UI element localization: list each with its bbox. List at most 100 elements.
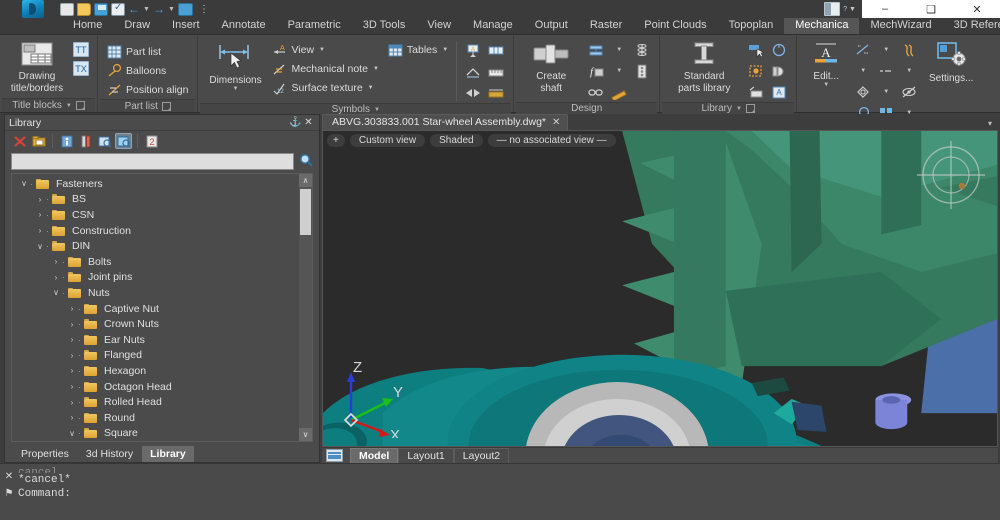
pin-icon[interactable]: ⚓	[289, 117, 302, 128]
wave-caret-icon[interactable]: ▼	[853, 62, 873, 80]
save-icon[interactable]	[94, 2, 108, 16]
open-icon[interactable]	[77, 2, 91, 16]
workspace-icon[interactable]	[178, 2, 193, 16]
select-part-icon[interactable]	[746, 41, 766, 59]
ribbon-tab-output[interactable]: Output	[524, 16, 579, 34]
palette-tab-3d-history[interactable]: 3d History	[78, 446, 141, 462]
diamond-caret-icon[interactable]: ▼	[876, 83, 896, 101]
mechanical-note-button[interactable]: Mechanical note ▼	[269, 60, 381, 78]
chevron-down-icon[interactable]: ∨	[66, 429, 78, 438]
document-tab[interactable]: ABVG.303833.001 Star-wheel Assembly.dwg*…	[322, 114, 569, 130]
chevron-down-icon[interactable]: ∨	[18, 179, 30, 188]
bearing-icon[interactable]	[632, 62, 652, 80]
ribbon-tab-3d-reference-editor[interactable]: 3D Reference Editor	[943, 16, 1000, 34]
scrollbar-thumb[interactable]	[300, 189, 311, 235]
chevron-down-icon[interactable]: ∨	[34, 242, 46, 251]
shaft-gen-icon[interactable]	[769, 62, 789, 80]
tree-item[interactable]: › · CSN	[12, 207, 299, 223]
viewport-visualstyle-chip[interactable]: Shaded	[430, 134, 483, 147]
fit-icon[interactable]	[586, 41, 606, 59]
tolerance-icon[interactable]	[486, 42, 506, 60]
command-history[interactable]: cancel *cancel* Command:	[18, 464, 1000, 520]
new-icon[interactable]	[60, 2, 74, 16]
function-caret-icon[interactable]: ▼	[609, 62, 629, 80]
chevron-down-icon[interactable]: ▼	[66, 103, 72, 109]
ribbon-tab-point-clouds[interactable]: Point Clouds	[633, 16, 717, 34]
tree-item[interactable]: › · Rolled Head	[12, 394, 299, 410]
tree-item[interactable]: › · Bolts	[12, 254, 299, 270]
chevron-right-icon[interactable]: ›	[50, 273, 62, 282]
tree-item[interactable]: › · Hexagon	[12, 363, 299, 379]
break-caret-icon[interactable]: ▼	[876, 41, 896, 59]
tree-item[interactable]: ∨ · Fasteners	[12, 176, 299, 192]
tree-item[interactable]: › · Crown Nuts	[12, 316, 299, 332]
replace-part-icon[interactable]	[746, 62, 766, 80]
command-prompt[interactable]: Command:	[18, 487, 1000, 501]
taper-icon[interactable]	[463, 84, 483, 102]
ribbon-tab-manage[interactable]: Manage	[462, 16, 524, 34]
balloons-button[interactable]: Balloons	[104, 62, 191, 80]
drawing-viewport[interactable]: + Custom view Shaded — no associated view —	[322, 130, 998, 447]
insert-part-icon[interactable]	[115, 133, 132, 149]
dimensions-button[interactable]: Dimensions ▼	[204, 39, 266, 92]
scroll-down-button[interactable]: ∨	[299, 428, 312, 441]
center-line-icon[interactable]	[876, 62, 896, 80]
chevron-down-icon[interactable]: ▼	[368, 85, 374, 91]
tx-icon[interactable]: TX	[71, 59, 91, 77]
maximize-button[interactable]: ❑	[908, 0, 954, 18]
tree-item[interactable]: › · BS	[12, 192, 299, 208]
chain-icon[interactable]	[586, 83, 606, 101]
chevron-down-icon[interactable]: ∨	[50, 288, 62, 297]
close-icon[interactable]: ✕	[5, 471, 13, 482]
scroll-up-button[interactable]: ∧	[299, 174, 312, 187]
part-list-button[interactable]: Part list	[104, 43, 191, 61]
tree-item[interactable]: ∨ · DIN	[12, 238, 299, 254]
wave-line-icon[interactable]	[899, 41, 919, 59]
tables-button[interactable]: Tables ▼	[385, 41, 451, 59]
ribbon-tab-parametric[interactable]: Parametric	[277, 16, 352, 34]
tree-item[interactable]: › · Round	[12, 410, 299, 426]
chevron-right-icon[interactable]: ›	[66, 320, 78, 329]
redo-icon[interactable]: →	[153, 2, 165, 16]
tree-item[interactable]: › · Octagon Head	[12, 379, 299, 395]
standard-parts-library-button[interactable]: Standard parts library	[666, 39, 742, 94]
tt-icon[interactable]: TT	[71, 40, 91, 58]
ribbon-tab-3d-tools[interactable]: 3D Tools	[352, 16, 417, 34]
palette-tab-properties[interactable]: Properties	[13, 446, 77, 462]
chevron-right-icon[interactable]: ›	[66, 335, 78, 344]
ribbon-tab-mechwizard[interactable]: MechWizard	[859, 16, 942, 34]
chevron-down-icon[interactable]: ▼	[374, 107, 380, 113]
more-icon[interactable]: ⋮	[199, 4, 209, 15]
standards-icon[interactable]: 2	[143, 133, 160, 149]
measure-icon[interactable]	[77, 133, 94, 149]
dialog-launcher-icon[interactable]	[75, 101, 85, 110]
ribbon-tab-insert[interactable]: Insert	[161, 16, 211, 34]
dialog-launcher-icon[interactable]	[745, 104, 755, 113]
layout-panel-icon[interactable]	[824, 2, 841, 16]
viewport-view-chip[interactable]: Custom view	[349, 134, 426, 147]
ribbon-tab-draw[interactable]: Draw	[113, 16, 161, 34]
scale-icon[interactable]	[609, 83, 629, 101]
position-align-button[interactable]: Position align	[104, 81, 191, 99]
tree-item[interactable]: ∨ · Square	[12, 426, 299, 442]
chevron-down-icon[interactable]: ▾	[988, 119, 992, 128]
search-input[interactable]	[11, 153, 294, 170]
ruler-icon[interactable]	[486, 63, 506, 81]
close-button[interactable]: ✕	[954, 0, 1000, 18]
weld-icon[interactable]	[463, 63, 483, 81]
create-shaft-button[interactable]: Create shaft	[520, 39, 582, 94]
edge-icon[interactable]	[486, 84, 506, 102]
chevron-right-icon[interactable]: ›	[50, 257, 62, 266]
chevron-right-icon[interactable]: ›	[66, 351, 78, 360]
drawing-title-borders-button[interactable]: Drawing title/borders	[6, 39, 68, 94]
chevron-right-icon[interactable]: ›	[66, 366, 78, 375]
new-folder-icon[interactable]	[30, 133, 47, 149]
chevron-down-icon[interactable]: ▼	[232, 86, 238, 92]
break-line-icon[interactable]	[853, 41, 873, 59]
minimize-button[interactable]: –	[862, 0, 908, 18]
close-icon[interactable]: ✕	[552, 117, 560, 128]
chevron-down-icon[interactable]: ▼	[442, 47, 448, 53]
search-icon[interactable]	[298, 153, 313, 170]
ribbon-tab-home[interactable]: Home	[62, 16, 113, 34]
diamond-icon[interactable]	[853, 83, 873, 101]
